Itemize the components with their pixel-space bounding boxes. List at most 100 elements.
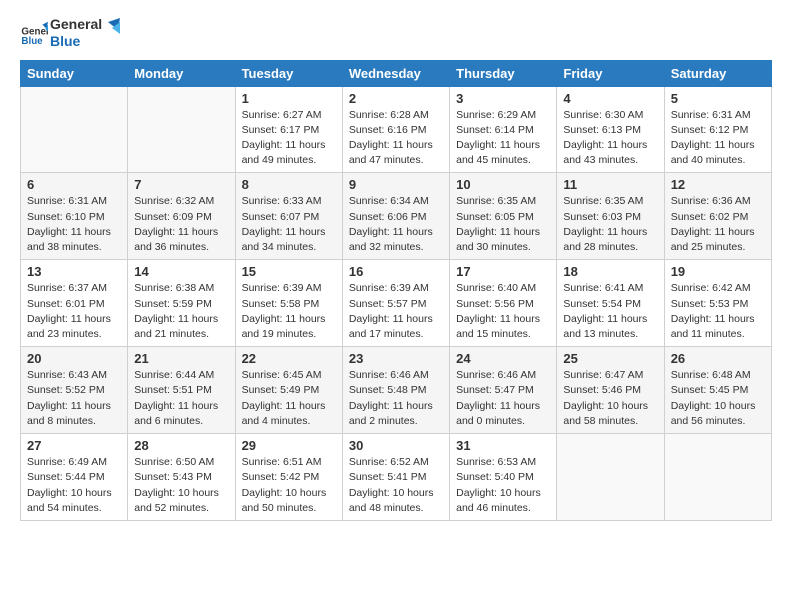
- logo-icon: General Blue: [20, 19, 48, 47]
- calendar-cell: 20 Sunrise: 6:43 AM Sunset: 5:52 PM Dayli…: [21, 347, 128, 434]
- day-info: Sunrise: 6:50 AM Sunset: 5:43 PM Dayligh…: [134, 455, 228, 516]
- day-info: Sunrise: 6:47 AM Sunset: 5:46 PM Dayligh…: [563, 368, 657, 429]
- calendar-week-row: 27Sunrise: 6:49 AM Sunset: 5:44 PM Dayli…: [21, 434, 772, 521]
- day-number: 26: [671, 351, 765, 366]
- day-info: Sunrise: 6:32 AM Sunset: 6:09 PM Dayligh…: [134, 194, 228, 255]
- calendar-cell: 4 Sunrise: 6:30 AM Sunset: 6:13 PM Daylig…: [557, 86, 664, 173]
- logo-blue: Blue: [50, 33, 102, 50]
- day-info: Sunrise: 6:36 AM Sunset: 6:02 PM Dayligh…: [671, 194, 765, 255]
- calendar-table: SundayMondayTuesdayWednesdayThursdayFrid…: [20, 60, 772, 521]
- calendar-cell: 18Sunrise: 6:41 AM Sunset: 5:54 PM Dayli…: [557, 260, 664, 347]
- day-number: 31: [456, 438, 550, 453]
- calendar-cell: 31 Sunrise: 6:53 AM Sunset: 5:40 PM Dayli…: [450, 434, 557, 521]
- day-info: Sunrise: 6:46 AM Sunset: 5:47 PM Dayligh…: [456, 368, 550, 429]
- calendar-cell: 15 Sunrise: 6:39 AM Sunset: 5:58 PM Dayli…: [235, 260, 342, 347]
- day-number: 24: [456, 351, 550, 366]
- calendar-cell: 25 Sunrise: 6:47 AM Sunset: 5:46 PM Dayli…: [557, 347, 664, 434]
- calendar-cell: 21 Sunrise: 6:44 AM Sunset: 5:51 PM Dayli…: [128, 347, 235, 434]
- day-number: 15: [242, 264, 336, 279]
- day-info: Sunrise: 6:38 AM Sunset: 5:59 PM Dayligh…: [134, 281, 228, 342]
- calendar-cell: 8 Sunrise: 6:33 AM Sunset: 6:07 PM Daylig…: [235, 173, 342, 260]
- calendar-cell: 7Sunrise: 6:32 AM Sunset: 6:09 PM Daylig…: [128, 173, 235, 260]
- calendar-cell: 26 Sunrise: 6:48 AM Sunset: 5:45 PM Dayli…: [664, 347, 771, 434]
- weekday-header-sunday: Sunday: [21, 60, 128, 86]
- calendar-cell: 23Sunrise: 6:46 AM Sunset: 5:48 PM Dayli…: [342, 347, 449, 434]
- calendar-cell: [21, 86, 128, 173]
- day-number: 11: [563, 177, 657, 192]
- calendar-week-row: 6 Sunrise: 6:31 AM Sunset: 6:10 PM Daylig…: [21, 173, 772, 260]
- day-number: 6: [27, 177, 121, 192]
- calendar-header: SundayMondayTuesdayWednesdayThursdayFrid…: [21, 60, 772, 86]
- day-number: 4: [563, 91, 657, 106]
- day-number: 10: [456, 177, 550, 192]
- calendar-cell: [664, 434, 771, 521]
- calendar-week-row: 20 Sunrise: 6:43 AM Sunset: 5:52 PM Dayli…: [21, 347, 772, 434]
- weekday-header-monday: Monday: [128, 60, 235, 86]
- day-info: Sunrise: 6:39 AM Sunset: 5:58 PM Dayligh…: [242, 281, 336, 342]
- day-info: Sunrise: 6:35 AM Sunset: 6:03 PM Dayligh…: [563, 194, 657, 255]
- weekday-header-wednesday: Wednesday: [342, 60, 449, 86]
- calendar-cell: 9Sunrise: 6:34 AM Sunset: 6:06 PM Daylig…: [342, 173, 449, 260]
- day-number: 17: [456, 264, 550, 279]
- calendar-week-row: 1Sunrise: 6:27 AM Sunset: 6:17 PM Daylig…: [21, 86, 772, 173]
- svg-text:Blue: Blue: [21, 36, 43, 47]
- calendar-cell: 10 Sunrise: 6:35 AM Sunset: 6:05 PM Dayli…: [450, 173, 557, 260]
- day-number: 29: [242, 438, 336, 453]
- calendar-cell: 11 Sunrise: 6:35 AM Sunset: 6:03 PM Dayli…: [557, 173, 664, 260]
- calendar-cell: 1Sunrise: 6:27 AM Sunset: 6:17 PM Daylig…: [235, 86, 342, 173]
- day-info: Sunrise: 6:44 AM Sunset: 5:51 PM Dayligh…: [134, 368, 228, 429]
- day-info: Sunrise: 6:48 AM Sunset: 5:45 PM Dayligh…: [671, 368, 765, 429]
- day-info: Sunrise: 6:41 AM Sunset: 5:54 PM Dayligh…: [563, 281, 657, 342]
- day-number: 21: [134, 351, 228, 366]
- day-info: Sunrise: 6:52 AM Sunset: 5:41 PM Dayligh…: [349, 455, 443, 516]
- day-info: Sunrise: 6:34 AM Sunset: 6:06 PM Dayligh…: [349, 194, 443, 255]
- day-info: Sunrise: 6:37 AM Sunset: 6:01 PM Dayligh…: [27, 281, 121, 342]
- calendar-cell: 30Sunrise: 6:52 AM Sunset: 5:41 PM Dayli…: [342, 434, 449, 521]
- day-info: Sunrise: 6:43 AM Sunset: 5:52 PM Dayligh…: [27, 368, 121, 429]
- day-number: 19: [671, 264, 765, 279]
- day-number: 13: [27, 264, 121, 279]
- day-number: 12: [671, 177, 765, 192]
- day-number: 2: [349, 91, 443, 106]
- weekday-header-tuesday: Tuesday: [235, 60, 342, 86]
- day-info: Sunrise: 6:46 AM Sunset: 5:48 PM Dayligh…: [349, 368, 443, 429]
- calendar-cell: 19Sunrise: 6:42 AM Sunset: 5:53 PM Dayli…: [664, 260, 771, 347]
- day-info: Sunrise: 6:45 AM Sunset: 5:49 PM Dayligh…: [242, 368, 336, 429]
- weekday-header-thursday: Thursday: [450, 60, 557, 86]
- logo-bird-icon: [98, 18, 120, 40]
- calendar-cell: [557, 434, 664, 521]
- calendar-cell: 29Sunrise: 6:51 AM Sunset: 5:42 PM Dayli…: [235, 434, 342, 521]
- weekday-header-row: SundayMondayTuesdayWednesdayThursdayFrid…: [21, 60, 772, 86]
- calendar-cell: 6 Sunrise: 6:31 AM Sunset: 6:10 PM Daylig…: [21, 173, 128, 260]
- day-info: Sunrise: 6:39 AM Sunset: 5:57 PM Dayligh…: [349, 281, 443, 342]
- day-info: Sunrise: 6:53 AM Sunset: 5:40 PM Dayligh…: [456, 455, 550, 516]
- day-info: Sunrise: 6:29 AM Sunset: 6:14 PM Dayligh…: [456, 108, 550, 169]
- day-number: 8: [242, 177, 336, 192]
- calendar-cell: 27Sunrise: 6:49 AM Sunset: 5:44 PM Dayli…: [21, 434, 128, 521]
- calendar-cell: [128, 86, 235, 173]
- calendar-cell: 28 Sunrise: 6:50 AM Sunset: 5:43 PM Dayli…: [128, 434, 235, 521]
- weekday-header-friday: Friday: [557, 60, 664, 86]
- calendar-week-row: 13 Sunrise: 6:37 AM Sunset: 6:01 PM Dayli…: [21, 260, 772, 347]
- calendar-cell: 22Sunrise: 6:45 AM Sunset: 5:49 PM Dayli…: [235, 347, 342, 434]
- day-info: Sunrise: 6:40 AM Sunset: 5:56 PM Dayligh…: [456, 281, 550, 342]
- calendar-cell: 14Sunrise: 6:38 AM Sunset: 5:59 PM Dayli…: [128, 260, 235, 347]
- page: General Blue General Blue SundayMondayTu…: [0, 0, 792, 612]
- calendar-cell: 5Sunrise: 6:31 AM Sunset: 6:12 PM Daylig…: [664, 86, 771, 173]
- day-number: 20: [27, 351, 121, 366]
- day-info: Sunrise: 6:31 AM Sunset: 6:10 PM Dayligh…: [27, 194, 121, 255]
- calendar-cell: 16Sunrise: 6:39 AM Sunset: 5:57 PM Dayli…: [342, 260, 449, 347]
- calendar-cell: 2Sunrise: 6:28 AM Sunset: 6:16 PM Daylig…: [342, 86, 449, 173]
- day-number: 28: [134, 438, 228, 453]
- day-info: Sunrise: 6:30 AM Sunset: 6:13 PM Dayligh…: [563, 108, 657, 169]
- day-info: Sunrise: 6:35 AM Sunset: 6:05 PM Dayligh…: [456, 194, 550, 255]
- header: General Blue General Blue: [20, 16, 772, 50]
- logo: General Blue General Blue: [20, 16, 120, 50]
- day-number: 25: [563, 351, 657, 366]
- day-info: Sunrise: 6:33 AM Sunset: 6:07 PM Dayligh…: [242, 194, 336, 255]
- calendar-cell: 17 Sunrise: 6:40 AM Sunset: 5:56 PM Dayli…: [450, 260, 557, 347]
- day-info: Sunrise: 6:31 AM Sunset: 6:12 PM Dayligh…: [671, 108, 765, 169]
- logo-general: General: [50, 16, 102, 33]
- calendar-cell: 12 Sunrise: 6:36 AM Sunset: 6:02 PM Dayli…: [664, 173, 771, 260]
- weekday-header-saturday: Saturday: [664, 60, 771, 86]
